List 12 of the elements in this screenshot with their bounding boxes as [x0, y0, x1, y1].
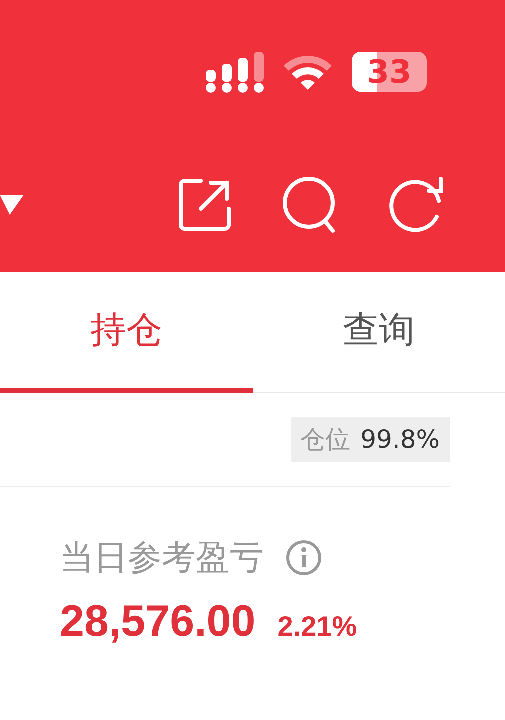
refresh-icon[interactable] [389, 177, 445, 233]
position-label: 仓位 [300, 424, 351, 456]
share-icon[interactable] [177, 177, 233, 233]
position-value: 99.8% [360, 425, 440, 454]
dropdown-icon[interactable] [0, 193, 24, 217]
pnl-amount: 28,576.00 [60, 597, 256, 647]
tab[interactable]: 查询 [252, 272, 505, 393]
tab[interactable]: 持仓 [0, 272, 252, 393]
signal-icon [206, 52, 264, 94]
daily-pnl-label: 当日参考盈亏 [60, 537, 264, 580]
info-icon[interactable] [286, 540, 322, 576]
pnl-percent: 2.21% [278, 611, 358, 643]
